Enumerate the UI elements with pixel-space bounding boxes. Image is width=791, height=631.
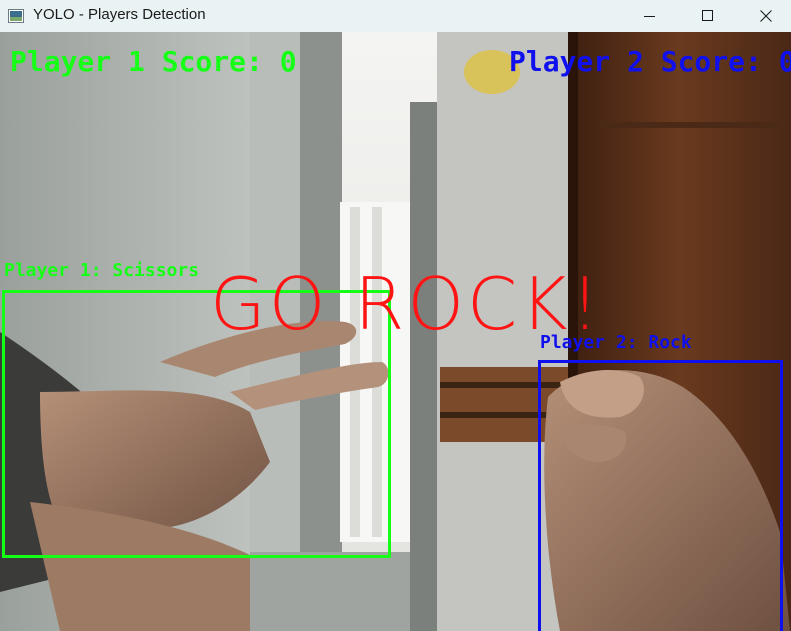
minimize-icon (644, 16, 655, 17)
maximize-button[interactable] (685, 0, 731, 32)
maximize-icon (702, 10, 713, 21)
window-title: YOLO - Players Detection (33, 6, 206, 23)
go-announcement: GO ROCK! (210, 262, 603, 346)
minimize-button[interactable] (627, 0, 673, 32)
player1-score: Player 1 Score: 0 (10, 45, 297, 78)
camera-frame: Player 1 Score: 0 Player 2 Score: 0 Play… (0, 32, 791, 631)
close-icon (760, 10, 772, 22)
window-app-icon (8, 8, 24, 23)
close-button[interactable] (743, 0, 789, 32)
window-title-bar[interactable]: YOLO - Players Detection (0, 0, 791, 32)
player2-bounding-box (538, 360, 783, 631)
player1-detection-label: Player 1: Scissors (4, 260, 200, 281)
player2-score: Player 2 Score: 0 (509, 45, 791, 78)
